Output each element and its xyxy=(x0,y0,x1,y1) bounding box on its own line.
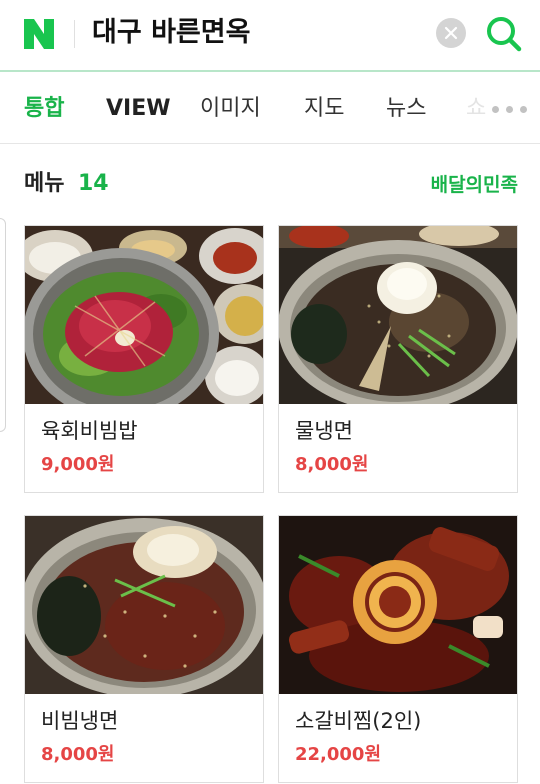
tab-news[interactable]: 뉴스 xyxy=(386,94,426,124)
more-dots-icon[interactable] xyxy=(490,106,530,116)
menu-name: 물냉면 xyxy=(295,419,353,443)
menu-photo xyxy=(25,516,263,694)
tab-map[interactable]: 지도 xyxy=(304,94,344,124)
clear-button[interactable] xyxy=(436,18,466,48)
tab-view[interactable]: VIEW xyxy=(106,94,171,124)
search-icon[interactable] xyxy=(484,14,524,54)
search-query[interactable]: 대구 바른면옥 xyxy=(92,14,250,52)
menu-count: 14 xyxy=(78,171,109,196)
menu-photo xyxy=(279,516,517,694)
tab-image[interactable]: 이미지 xyxy=(200,94,261,124)
menu-price: 22,000원 xyxy=(295,744,382,765)
tab-shopping-partial[interactable]: 쇼 xyxy=(466,94,488,124)
tab-integrated[interactable]: 통합 xyxy=(24,94,64,124)
menu-name: 비빔냉면 xyxy=(41,709,119,733)
search-header: 대구 바른면옥 xyxy=(0,0,540,72)
menu-price: 9,000원 xyxy=(41,454,115,475)
side-panel-handle[interactable] xyxy=(0,218,6,432)
menu-card[interactable]: 소갈비찜(2인) 22,000원 xyxy=(278,515,518,783)
naver-logo[interactable] xyxy=(22,17,56,51)
menu-section-header: 메뉴 14 배달의민족 xyxy=(24,168,518,202)
menu-card[interactable]: 비빔냉면 8,000원 xyxy=(24,515,264,783)
section-title: 메뉴 xyxy=(24,171,65,196)
menu-name: 육회비빔밥 xyxy=(41,419,138,443)
menu-card[interactable]: 육회비빔밥 9,000원 xyxy=(24,225,264,493)
menu-name: 소갈비찜(2인) xyxy=(295,709,422,733)
menu-price: 8,000원 xyxy=(41,744,115,765)
menu-photo xyxy=(25,226,263,404)
menu-photo xyxy=(279,226,517,404)
search-tabs: 통합 VIEW 이미지 지도 뉴스 쇼 xyxy=(0,74,540,144)
menu-card[interactable]: 물냉면 8,000원 xyxy=(278,225,518,493)
header-divider xyxy=(74,20,75,48)
close-icon xyxy=(444,26,458,40)
menu-price: 8,000원 xyxy=(295,454,369,475)
delivery-app-link[interactable]: 배달의민족 xyxy=(431,170,518,200)
